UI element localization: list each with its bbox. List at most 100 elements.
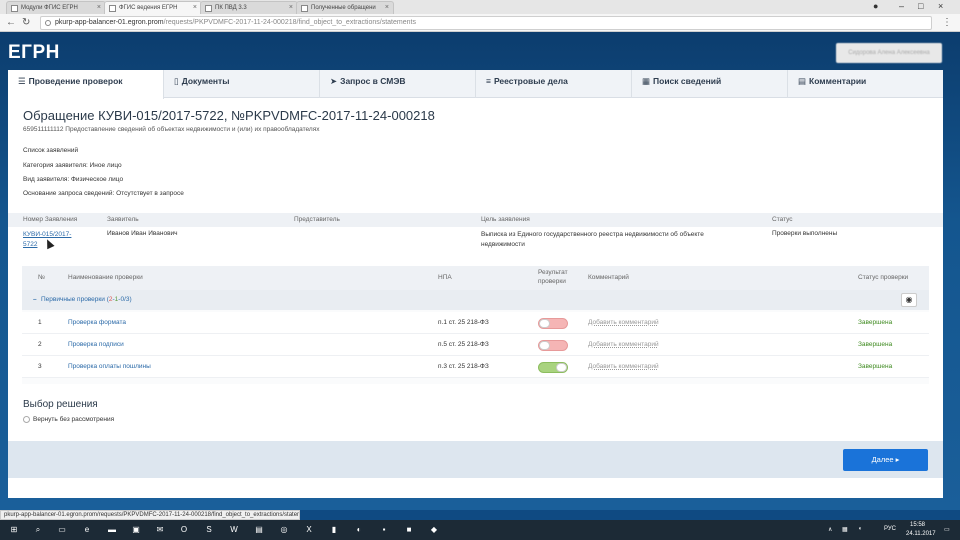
check-name-link[interactable]: Проверка формата [68, 312, 126, 334]
tray-up-icon[interactable]: ∧ [828, 526, 832, 533]
tab-smev-request[interactable]: ➤ Запрос в СМЭВ [320, 70, 476, 98]
check-npa: п.5 ст. 25 218-ФЗ [438, 341, 489, 348]
windows-taskbar: ⊞ ⌕ ▭ e ▬ ▣ ✉ O S W ▤ ◎ X ▮ ◐ ▪ ■ ◆ ∧ ▦ … [0, 520, 960, 540]
group-label: Первичные проверки [41, 296, 105, 303]
applicant-type: Вид заявителя: Физическое лицо [23, 176, 124, 183]
chrome-icon[interactable]: ◎ [278, 524, 290, 536]
close-tab-icon[interactable]: × [193, 2, 197, 14]
profile-icon[interactable]: ● [873, 0, 878, 13]
browser-menu-icon[interactable]: ⋮ [942, 16, 952, 30]
edge-icon[interactable]: e [81, 524, 93, 536]
skype-icon[interactable]: S [203, 524, 215, 536]
check-npa: п.3 ст. 25 218-ФЗ [438, 363, 489, 370]
toggle-knob [556, 363, 567, 372]
result-toggle[interactable] [538, 318, 568, 329]
clock-date[interactable]: 24.11.2017 [906, 531, 936, 537]
task-view-icon[interactable]: ▭ [56, 524, 68, 536]
main-card: ☰ Проведение проверок ▯ Документы ➤ Запрос … [8, 70, 943, 498]
word-icon[interactable]: W [228, 524, 240, 536]
column-header: Цель заявления [481, 216, 530, 223]
check-num: 3 [38, 363, 42, 370]
app-icon[interactable]: ▪ [378, 524, 390, 536]
tab-comments[interactable]: ▤ Комментарии [788, 70, 943, 98]
close-tab-icon[interactable]: × [385, 2, 389, 14]
add-comment-link[interactable]: Добавить комментарий [588, 356, 659, 378]
check-name-link[interactable]: Проверка оплаты пошлины [68, 356, 151, 378]
check-status: Завершена [858, 363, 893, 370]
notifications-icon[interactable]: ▭ [944, 526, 950, 533]
request-basis: Основание запроса сведений: Отсутствует … [23, 190, 184, 197]
folder-icon[interactable]: ▬ [106, 524, 118, 536]
user-menu[interactable]: Сидорова Алена Алексеевна [836, 43, 942, 63]
app-logo[interactable]: ЕГРН [8, 42, 60, 64]
notes-icon[interactable]: ▤ [253, 524, 265, 536]
clock-time[interactable]: 15:58 [910, 522, 925, 528]
mail-icon[interactable]: ✉ [154, 524, 166, 536]
excel-icon[interactable]: X [303, 524, 315, 536]
result-toggle[interactable] [538, 340, 568, 351]
collapse-icon[interactable]: – [33, 290, 37, 310]
browser-tab-4[interactable]: Полученные обращени × [296, 1, 394, 14]
tab-checks[interactable]: ☰ Проведение проверок [8, 70, 164, 99]
tab-registry-cases[interactable]: ≡ Реестровые дела [476, 70, 632, 98]
check-npa: п.1 ст. 25 218-ФЗ [438, 319, 489, 326]
close-tab-icon[interactable]: × [289, 2, 293, 14]
table-icon: ▦ [642, 76, 651, 86]
next-button[interactable]: Далее ▸ [843, 449, 928, 471]
browser-tab-label: ФГИС ведения ЕГРН [119, 5, 178, 11]
reload-icon[interactable]: ↻ [22, 16, 30, 30]
tab-search[interactable]: ▦ Поиск сведений [632, 70, 788, 98]
page-favicon-icon [109, 5, 116, 12]
check-group-primary[interactable]: – Первичные проверки (2-1-0/3) ◉ [22, 290, 929, 310]
column-header: Заявитель [107, 216, 139, 223]
toggle-knob [539, 341, 550, 350]
back-icon[interactable]: ← [6, 16, 16, 30]
search-icon[interactable]: ⌕ [32, 524, 44, 536]
add-comment-link[interactable]: Добавить комментарий [588, 312, 659, 334]
windows-start-icon[interactable]: ⊞ [8, 524, 20, 536]
store-icon[interactable]: ▣ [130, 524, 142, 536]
url-input[interactable]: pkurp-app-balancer-01.egron.prom/request… [40, 16, 932, 30]
browser-tab-3[interactable]: ПК ПВД 3.3 × [200, 1, 298, 14]
tab-documents[interactable]: ▯ Документы [164, 70, 320, 98]
browser-tab-label: ПК ПВД 3.3 [215, 5, 247, 11]
page-title: Обращение КУВИ-015/2017-5722, №PKPVDMFC-… [23, 108, 435, 123]
app-icon[interactable]: ■ [403, 524, 415, 536]
eye-icon[interactable]: ◉ [901, 293, 917, 307]
result-toggle[interactable] [538, 362, 568, 373]
check-status: Завершена [858, 341, 893, 348]
check-num: 1 [38, 319, 42, 326]
language-indicator[interactable]: РУС [884, 526, 896, 532]
browser-tab-1[interactable]: Модули ФГИС ЕГРН × [6, 1, 106, 14]
outlook-icon[interactable]: O [178, 524, 190, 536]
tab-label: Запрос в СМЭВ [340, 76, 406, 86]
close-tab-icon[interactable]: × [97, 2, 101, 14]
browser-tab-label: Полученные обращени [311, 5, 376, 11]
radio-button[interactable] [23, 415, 30, 423]
maximize-icon[interactable]: □ [918, 0, 923, 13]
page-subtitle: 659511111112 Предоставление сведений об … [23, 126, 320, 133]
action-footer: Далее ▸ [8, 441, 943, 478]
add-comment-link[interactable]: Добавить комментарий [588, 334, 659, 356]
statement-status: Проверки выполнены [772, 230, 838, 237]
tab-label: Поиск сведений [653, 76, 722, 86]
checks-panel: № Наименование проверки НПА Результат пр… [22, 266, 929, 384]
list-icon: ≡ [486, 76, 491, 86]
browser-tab-2[interactable]: ФГИС ведения ЕГРН × [104, 1, 202, 14]
statement-number-link[interactable]: КУВИ-015/2017-5722 [23, 230, 83, 250]
url-path: /requests/PKPVDMFC-2017-11-24-000218/fin… [163, 19, 416, 26]
statement-table-header: Номер Заявления Заявитель Представитель … [8, 213, 943, 227]
decision-option[interactable]: Вернуть без рассмотрения [23, 415, 114, 424]
terminal-icon[interactable]: ▮ [328, 524, 340, 536]
info-icon [45, 20, 51, 26]
volume-icon[interactable]: ◖ [858, 526, 862, 532]
network-icon[interactable]: ▦ [842, 526, 848, 533]
column-header: Представитель [294, 216, 340, 223]
app-icon[interactable]: ◐ [353, 524, 365, 536]
minimize-icon[interactable]: – [899, 0, 904, 13]
page-favicon-icon [205, 5, 212, 12]
app-icon[interactable]: ◆ [428, 524, 440, 536]
check-name-link[interactable]: Проверка подписи [68, 334, 124, 356]
column-header: Статус [772, 216, 793, 223]
close-window-icon[interactable]: × [938, 0, 943, 13]
